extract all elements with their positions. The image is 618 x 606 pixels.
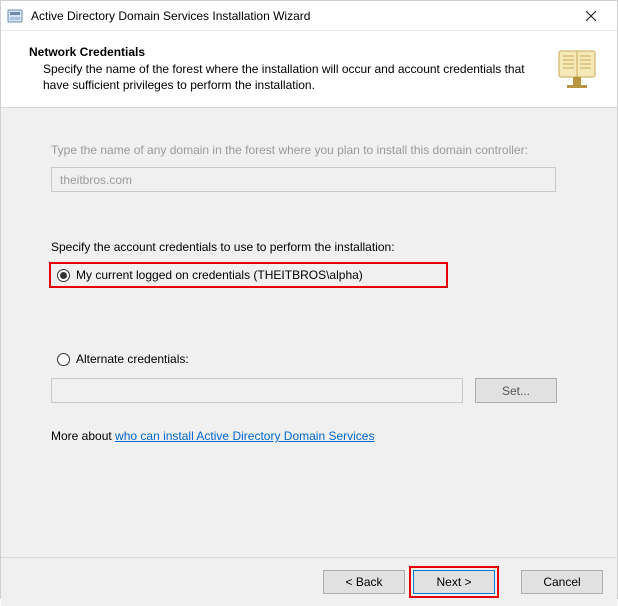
close-button[interactable] [571,2,611,30]
radio-alternate-credentials[interactable]: Alternate credentials: [51,348,446,370]
page-description: Specify the name of the forest where the… [29,61,541,93]
book-icon [551,45,603,93]
window-title: Active Directory Domain Services Install… [31,9,571,23]
next-highlight: Next > [413,570,495,594]
wizard-header: Network Credentials Specify the name of … [1,31,617,108]
credentials-prompt: Specify the account credentials to use t… [51,240,587,254]
radio-icon [57,269,70,282]
next-button[interactable]: Next > [413,570,495,594]
more-prefix: More about [51,429,115,443]
radio-alternate-label: Alternate credentials: [76,352,189,366]
domain-input [51,167,556,192]
page-title: Network Credentials [29,45,541,59]
titlebar: Active Directory Domain Services Install… [1,1,617,31]
more-about-row: More about who can install Active Direct… [51,429,587,443]
alternate-credentials-input [51,378,463,403]
wizard-content: Type the name of any domain in the fores… [1,108,617,558]
app-icon [7,8,23,24]
radio-icon [57,353,70,366]
radio-current-credentials[interactable]: My current logged on credentials (THEITB… [51,264,446,286]
more-link[interactable]: who can install Active Directory Domain … [115,429,374,443]
domain-prompt: Type the name of any domain in the fores… [51,142,587,159]
cancel-button[interactable]: Cancel [521,570,603,594]
back-button[interactable]: < Back [323,570,405,594]
radio-current-label: My current logged on credentials (THEITB… [76,268,363,282]
set-button: Set... [475,378,557,403]
